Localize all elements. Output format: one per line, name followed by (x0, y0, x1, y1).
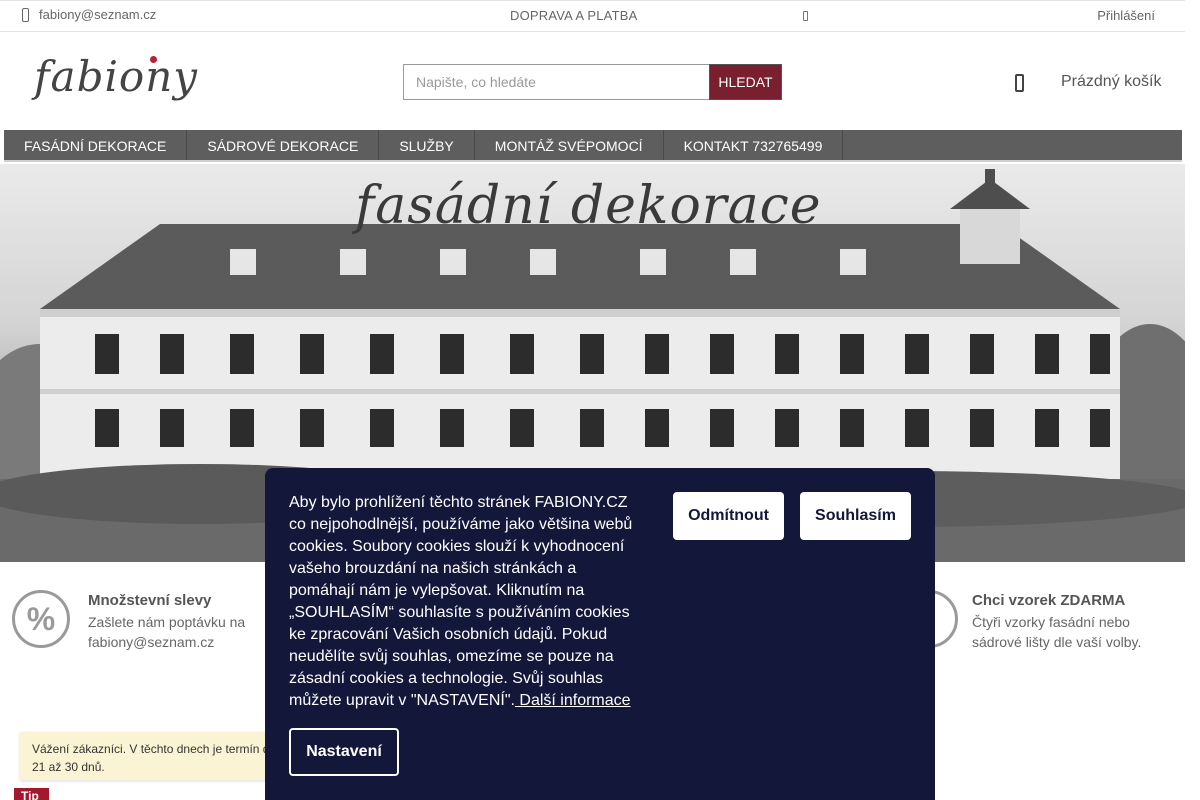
shipping-link[interactable]: DOPRAVA A PLATBA (510, 8, 637, 23)
logo-dot (150, 56, 157, 63)
tip-badge[interactable]: Tip (14, 788, 49, 800)
login-link[interactable]: Přihlášení (1097, 8, 1155, 23)
feature-sample-line1: Čtyři vzorky fasádní nebo (972, 614, 1130, 630)
search-button[interactable]: HLEDAT (709, 64, 782, 100)
nav-item-kontakt[interactable]: KONTAKT 732765499 (664, 130, 844, 160)
cart-link[interactable]: Prázdný košík (1061, 73, 1161, 91)
feature-sample-line2: sádrové lišty dle vaší volby. (972, 634, 1142, 650)
cookie-text: Aby bylo prohlížení těchto stránek FABIO… (289, 492, 639, 712)
contact-email[interactable]: fabiony@seznam.cz (22, 7, 156, 22)
cart-icon[interactable] (1015, 74, 1024, 92)
notice-line2: 21 až 30 dnů. (32, 760, 105, 774)
nav-item-fasadni-dekorace[interactable]: FASÁDNÍ DEKORACE (4, 130, 188, 160)
feature-discount-title: Množstevní slevy (88, 592, 212, 609)
site-logo[interactable]: fabiony (34, 52, 198, 101)
percent-icon: % (12, 590, 70, 648)
search-form: HLEDAT (403, 64, 782, 100)
cookie-message: Aby bylo prohlížení těchto stránek FABIO… (289, 494, 633, 709)
cookie-consent-dialog: Aby bylo prohlížení těchto stránek FABIO… (265, 468, 935, 800)
phone-icon (803, 11, 808, 21)
phone-icon (22, 7, 29, 22)
logo-text: fabiony (34, 52, 198, 101)
notice-line1: Vážení zákazníci. V těchto dnech je term… (32, 742, 270, 756)
search-input[interactable] (403, 64, 709, 100)
hero-title: fasádní dekorace (355, 176, 822, 236)
feature-discount-line1: Zašlete nám poptávku na (88, 614, 246, 630)
feature-sample: Chci vzorek ZDARMA Čtyři vzorky fasádní … (972, 592, 1141, 652)
site-header: fabiony HLEDAT Prázdný košík (0, 32, 1185, 130)
cookie-more-info-link[interactable]: Další informace (515, 692, 630, 709)
nav-item-sluzby[interactable]: SLUŽBY (379, 130, 475, 160)
top-bar: fabiony@seznam.cz DOPRAVA A PLATBA Přihl… (0, 0, 1185, 32)
nav-item-montaz-svepomoci[interactable]: MONTÁŽ SVÉPOMOCÍ (475, 130, 664, 160)
nav-item-sadrove-dekorace[interactable]: SÁDROVÉ DEKORACE (187, 130, 380, 160)
main-navigation: FASÁDNÍ DEKORACE SÁDROVÉ DEKORACE SLUŽBY… (4, 130, 1182, 162)
feature-discount-line2[interactable]: fabiony@seznam.cz (88, 632, 245, 652)
customer-notice: Vážení zákazníci. V těchto dnech je term… (20, 732, 282, 780)
cookie-reject-button[interactable]: Odmítnout (673, 492, 784, 540)
cookie-settings-button[interactable]: Nastavení (289, 728, 399, 776)
feature-sample-title[interactable]: Chci vzorek ZDARMA (972, 592, 1141, 609)
contact-email-label[interactable]: fabiony@seznam.cz (39, 7, 156, 22)
feature-discount: Množstevní slevy Zašlete nám poptávku na… (88, 592, 245, 652)
cookie-accept-button[interactable]: Souhlasím (800, 492, 911, 540)
